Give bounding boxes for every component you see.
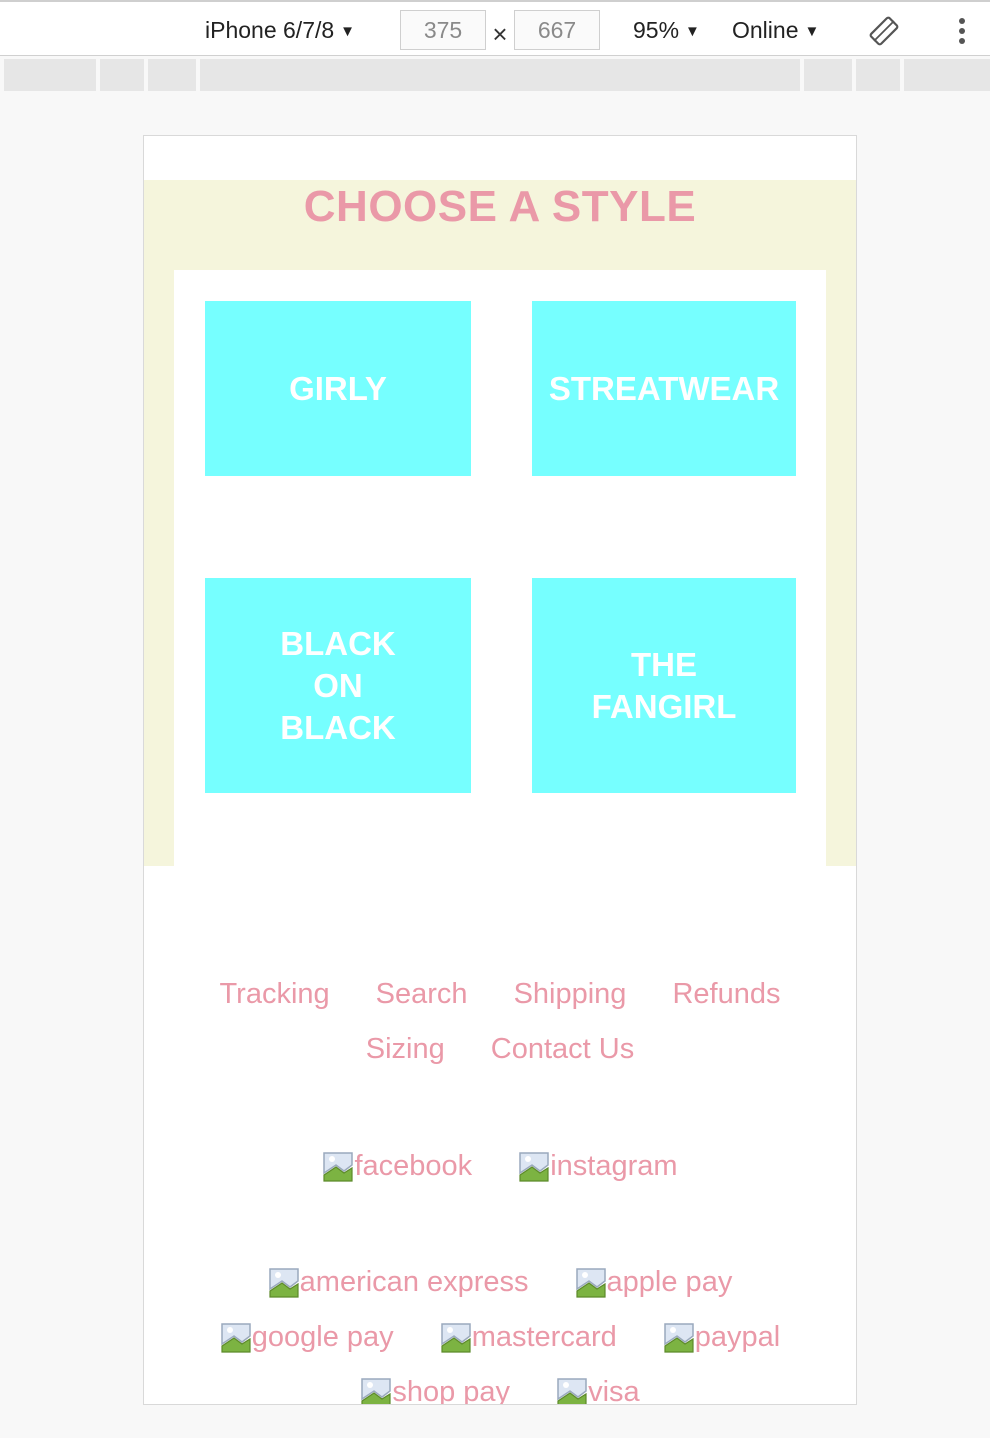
broken-image-icon [519, 1152, 549, 1182]
broken-image-icon [663, 1323, 694, 1353]
device-viewport: CHOOSE A STYLE GIRLY STREATWEAR BLACK ON… [143, 135, 857, 1405]
payment-icon-american-express: american express [268, 1264, 529, 1300]
broken-image-icon [323, 1152, 354, 1182]
footer-link-sizing[interactable]: Sizing [366, 1031, 445, 1067]
social-link-facebook[interactable]: facebook [322, 1148, 472, 1184]
device-selector[interactable]: iPhone 6/7/8 ▼ [205, 14, 355, 46]
payment-icon-alt: paypal [694, 1321, 781, 1353]
footer-links: Tracking Search Shipping Refunds Sizing … [144, 976, 856, 1067]
viewport-width-input[interactable]: 375 [400, 10, 486, 50]
media-query-segment[interactable] [904, 59, 990, 91]
payment-icon-paypal: paypal [663, 1319, 780, 1355]
payment-icon-alt: apple pay [606, 1266, 733, 1298]
footer-link-tracking[interactable]: Tracking [220, 976, 330, 1012]
more-options-icon[interactable] [952, 15, 972, 47]
zoom-selector-label: 95% [633, 17, 680, 43]
social-link-instagram[interactable]: instagram [518, 1148, 678, 1184]
chevron-down-icon: ▼ [340, 23, 356, 40]
payment-icon-apple-pay: apple pay [575, 1264, 733, 1300]
media-query-segment[interactable] [200, 59, 800, 91]
throttle-selector[interactable]: Online ▼ [732, 14, 819, 46]
payment-icon-alt: mastercard [471, 1321, 617, 1353]
rotate-icon[interactable] [868, 15, 900, 47]
payment-icon-visa: visa [556, 1374, 640, 1405]
payment-icon-google-pay: google pay [220, 1319, 394, 1355]
style-card-girly[interactable]: GIRLY [205, 301, 471, 476]
zoom-selector[interactable]: 95% ▼ [633, 14, 700, 46]
broken-image-icon [268, 1268, 299, 1298]
broken-image-icon [221, 1323, 251, 1353]
chevron-down-icon: ▼ [804, 23, 820, 40]
payment-icon-alt: visa [588, 1376, 640, 1405]
payment-icons: american express apple pay google pay ma… [144, 1264, 856, 1405]
broken-image-icon [440, 1323, 471, 1353]
dimension-separator: × [492, 19, 508, 49]
media-query-bar [4, 59, 990, 91]
media-query-segment[interactable] [148, 59, 196, 91]
media-query-segment[interactable] [4, 59, 96, 91]
broken-image-icon [575, 1268, 606, 1298]
footer-link-search[interactable]: Search [376, 976, 468, 1012]
footer-link-refunds[interactable]: Refunds [672, 976, 780, 1012]
style-grid: GIRLY STREATWEAR BLACK ON BLACK THE FANG… [174, 270, 826, 866]
page-title: CHOOSE A STYLE [303, 182, 697, 231]
payment-icon-alt: shop pay [392, 1376, 511, 1405]
footer-link-shipping[interactable]: Shipping [514, 976, 627, 1012]
media-query-segment[interactable] [804, 59, 852, 91]
media-query-segment[interactable] [856, 59, 900, 91]
social-link-instagram-alt: instagram [550, 1150, 678, 1182]
social-link-facebook-alt: facebook [354, 1150, 473, 1182]
style-card-black-on-black[interactable]: BLACK ON BLACK [205, 578, 471, 793]
social-links: facebook instagram [144, 1148, 856, 1184]
payment-icon-shop-pay: shop pay [360, 1374, 511, 1405]
style-card-streatwear[interactable]: STREATWEAR [532, 301, 796, 476]
devtools-device-toolbar: iPhone 6/7/8 ▼ 375 × 667 95% ▼ Online ▼ [0, 0, 990, 56]
choose-style-section: CHOOSE A STYLE GIRLY STREATWEAR BLACK ON… [144, 180, 856, 866]
broken-image-icon [557, 1378, 587, 1404]
style-card-the-fangirl[interactable]: THE FANGIRL [532, 578, 796, 793]
broken-image-icon [361, 1378, 392, 1404]
media-query-segment[interactable] [100, 59, 144, 91]
payment-icon-mastercard: mastercard [440, 1319, 617, 1355]
viewport-height-input[interactable]: 667 [514, 10, 600, 50]
device-selector-label: iPhone 6/7/8 [205, 17, 335, 43]
chevron-down-icon: ▼ [685, 23, 700, 40]
footer-link-contact-us[interactable]: Contact Us [491, 1031, 634, 1067]
payment-icon-alt: american express [299, 1266, 529, 1298]
payment-icon-alt: google pay [251, 1321, 394, 1353]
throttle-selector-label: Online [732, 17, 799, 43]
